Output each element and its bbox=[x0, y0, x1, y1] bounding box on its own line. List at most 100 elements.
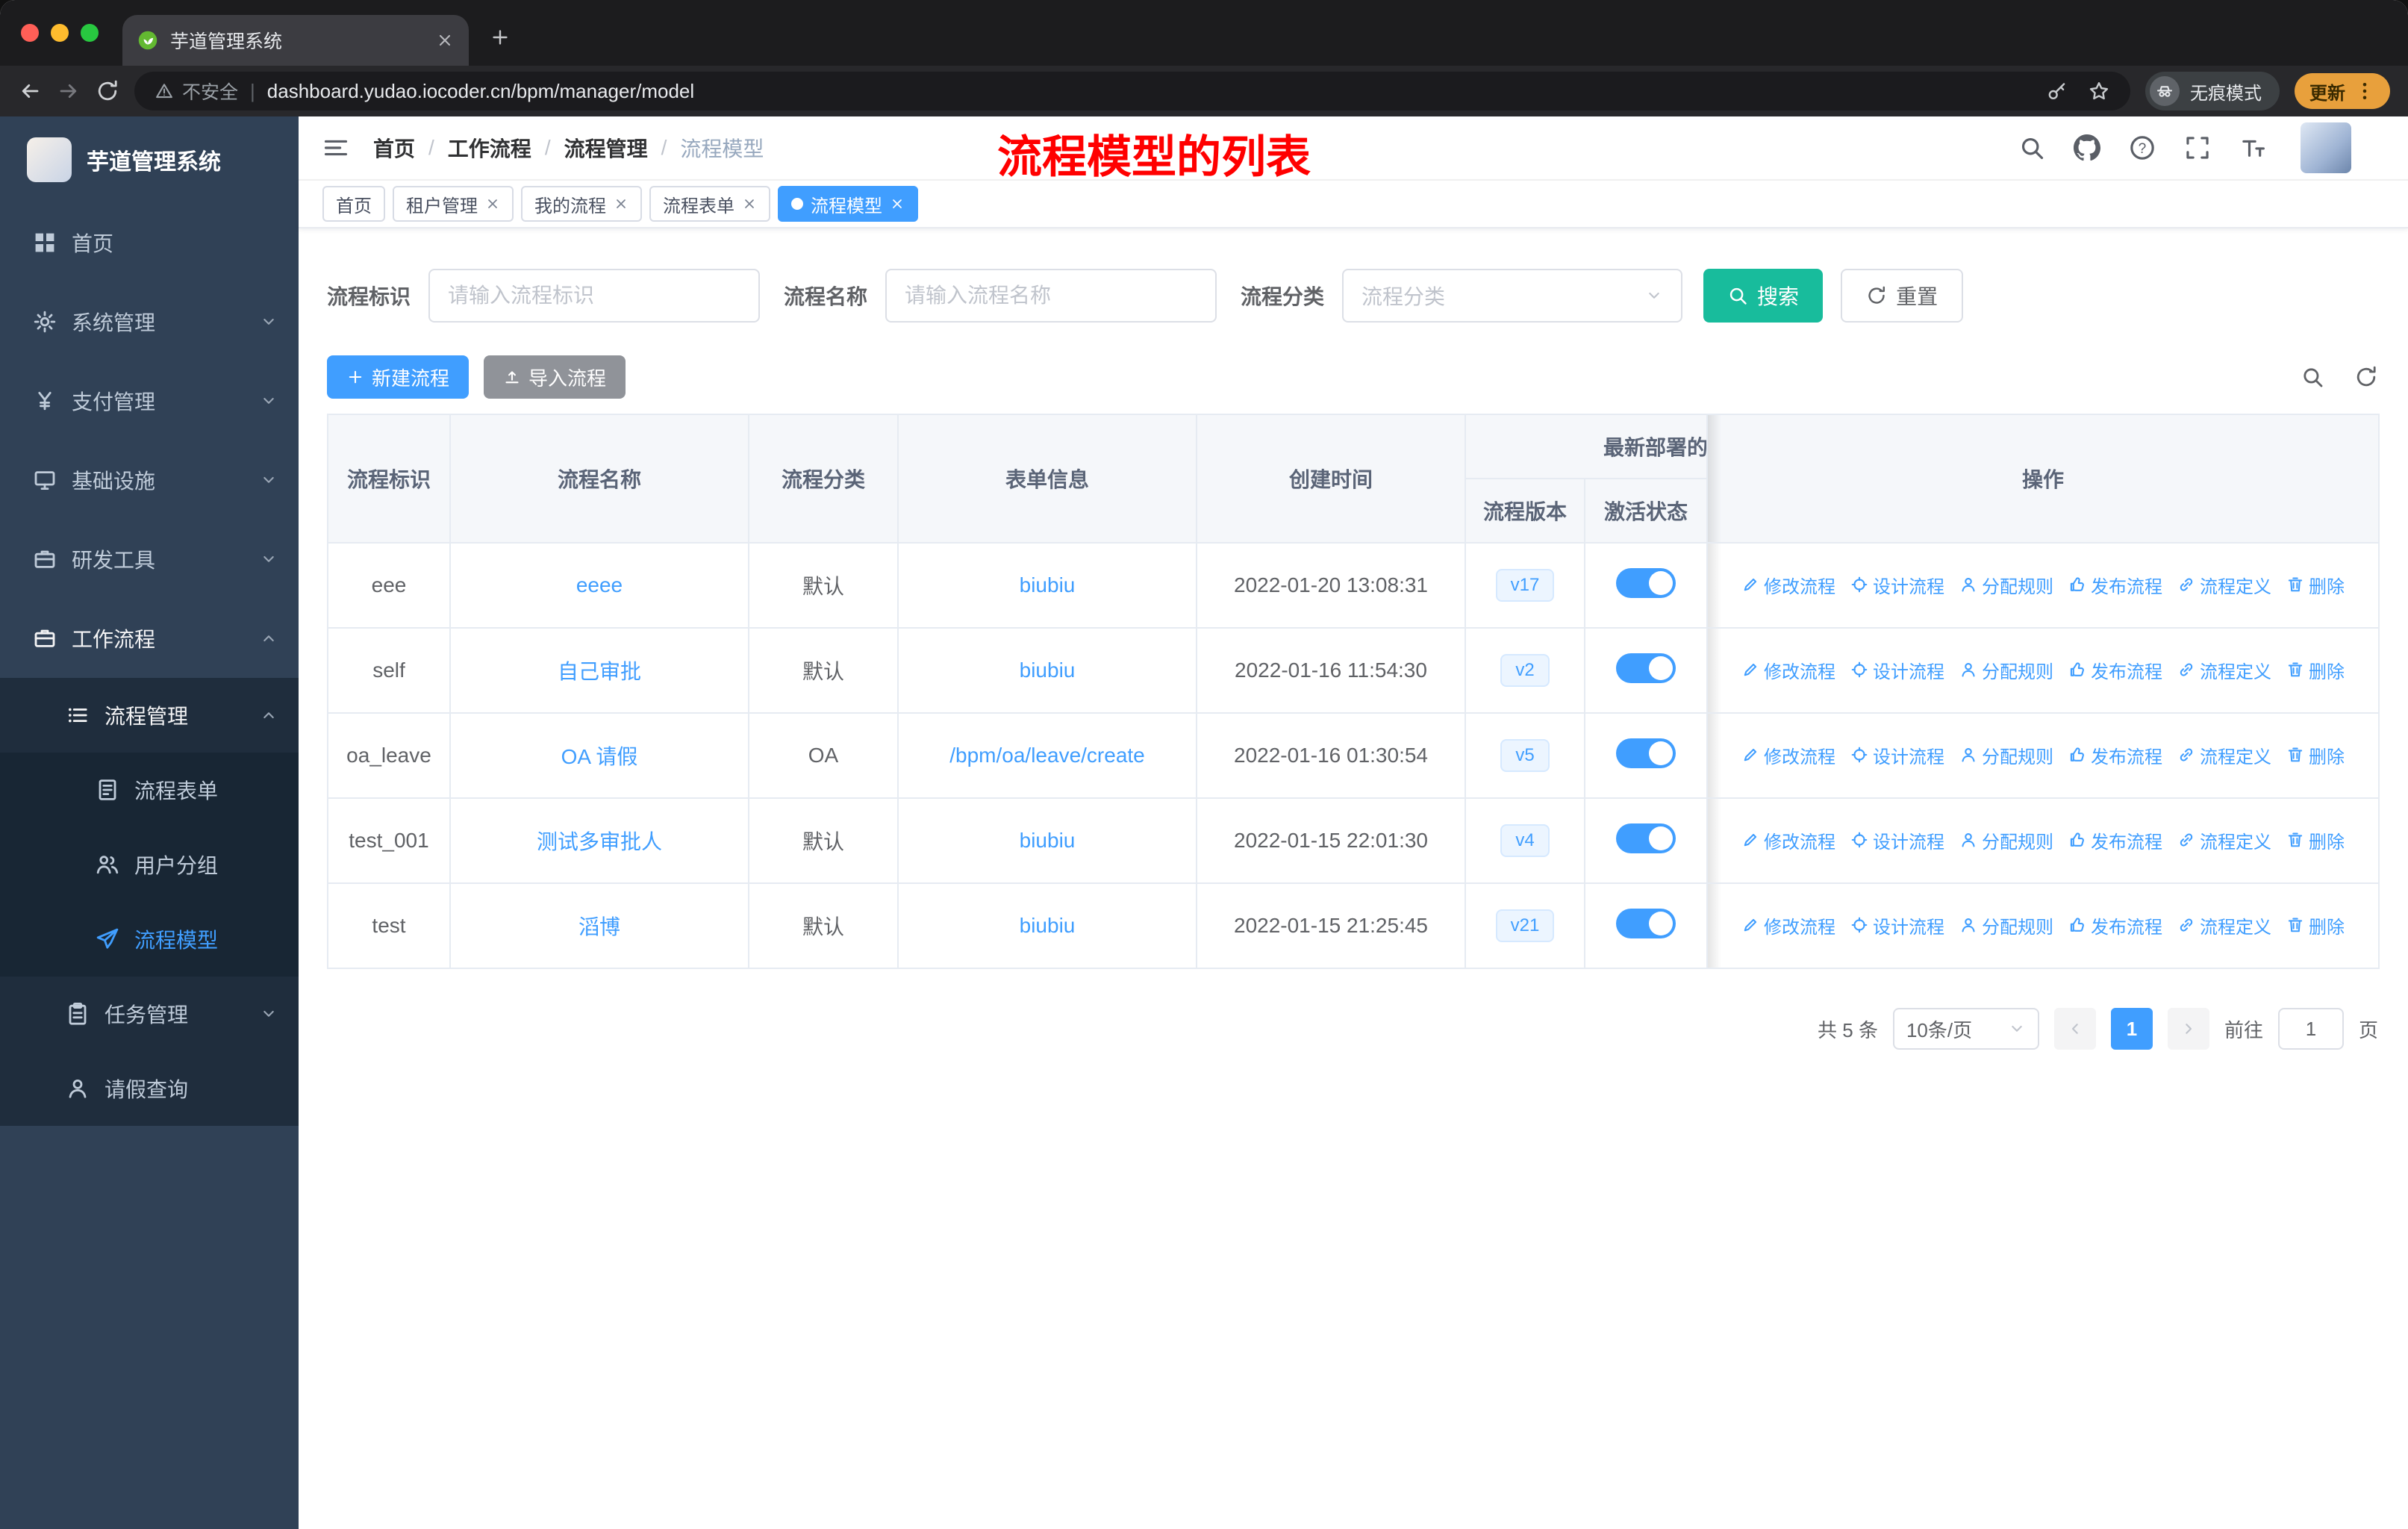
sidebar-item-task-management[interactable]: 任务管理 bbox=[0, 977, 299, 1051]
sidebar-item-system[interactable]: 系统管理 bbox=[0, 282, 299, 361]
process-definition-link[interactable]: 流程定义 bbox=[2177, 657, 2271, 683]
key-icon[interactable] bbox=[2047, 81, 2068, 102]
publish-process-link[interactable]: 发布流程 bbox=[2068, 827, 2162, 853]
sidebar-item-user-group[interactable]: 用户分组 bbox=[0, 827, 299, 902]
category-select[interactable]: 流程分类 bbox=[1342, 269, 1683, 323]
form-info-link[interactable]: biubiu bbox=[1020, 829, 1076, 852]
goto-page-input[interactable] bbox=[2277, 1008, 2344, 1050]
assign-rule-link[interactable]: 分配规则 bbox=[1959, 912, 2053, 938]
delete-link[interactable]: 删除 bbox=[2286, 572, 2345, 598]
tag-my-process[interactable]: 我的流程 bbox=[521, 186, 642, 222]
modify-process-link[interactable]: 修改流程 bbox=[1741, 572, 1835, 598]
form-info-link[interactable]: biubiu bbox=[1020, 658, 1076, 682]
active-toggle[interactable] bbox=[1616, 823, 1676, 853]
tag-home[interactable]: 首页 bbox=[322, 186, 385, 222]
next-page-button[interactable] bbox=[2167, 1008, 2209, 1050]
reset-button[interactable]: 重置 bbox=[1841, 269, 1964, 323]
design-process-link[interactable]: 设计流程 bbox=[1850, 827, 1944, 853]
breadcrumb-item[interactable]: 首页 bbox=[373, 133, 415, 163]
incognito-badge[interactable]: 无痕模式 bbox=[2145, 72, 2280, 110]
github-icon[interactable] bbox=[2074, 134, 2100, 161]
sidebar-item-infrastructure[interactable]: 基础设施 bbox=[0, 440, 299, 520]
process-name-link[interactable]: OA 请假 bbox=[561, 745, 638, 768]
minimize-window-button[interactable] bbox=[51, 24, 69, 42]
delete-link[interactable]: 删除 bbox=[2286, 912, 2345, 938]
process-name-link[interactable]: 滔博 bbox=[578, 915, 620, 938]
process-definition-link[interactable]: 流程定义 bbox=[2177, 912, 2271, 938]
sidebar-item-process-management[interactable]: 流程管理 bbox=[0, 678, 299, 753]
forward-button[interactable] bbox=[57, 79, 81, 103]
import-process-button[interactable]: 导入流程 bbox=[484, 355, 626, 399]
active-toggle[interactable] bbox=[1616, 908, 1676, 938]
design-process-link[interactable]: 设计流程 bbox=[1850, 742, 1944, 768]
close-icon[interactable] bbox=[890, 196, 905, 211]
tag-tenant[interactable]: 租户管理 bbox=[393, 186, 514, 222]
process-definition-link[interactable]: 流程定义 bbox=[2177, 742, 2271, 768]
new-tab-button[interactable] bbox=[478, 15, 523, 60]
sidebar-item-workflow[interactable]: 工作流程 bbox=[0, 599, 299, 678]
sidebar-toggle-button[interactable] bbox=[322, 134, 349, 161]
search-icon[interactable] bbox=[2018, 134, 2045, 161]
zoom-window-button[interactable] bbox=[81, 24, 99, 42]
tag-process-form[interactable]: 流程表单 bbox=[649, 186, 770, 222]
show-search-button[interactable] bbox=[2301, 365, 2324, 389]
process-name-link[interactable]: 自己审批 bbox=[558, 660, 641, 683]
sidebar-item-payment[interactable]: 支付管理 bbox=[0, 361, 299, 440]
active-toggle[interactable] bbox=[1616, 738, 1676, 768]
assign-rule-link[interactable]: 分配规则 bbox=[1959, 827, 2053, 853]
publish-process-link[interactable]: 发布流程 bbox=[2068, 742, 2162, 768]
close-icon[interactable] bbox=[742, 196, 757, 211]
assign-rule-link[interactable]: 分配规则 bbox=[1959, 742, 2053, 768]
publish-process-link[interactable]: 发布流程 bbox=[2068, 912, 2162, 938]
publish-process-link[interactable]: 发布流程 bbox=[2068, 657, 2162, 683]
question-icon[interactable] bbox=[2129, 134, 2156, 161]
process-name-link[interactable]: eeee bbox=[576, 573, 623, 597]
delete-link[interactable]: 删除 bbox=[2286, 827, 2345, 853]
modify-process-link[interactable]: 修改流程 bbox=[1741, 827, 1835, 853]
security-indicator[interactable]: 不安全 bbox=[155, 78, 238, 105]
active-toggle[interactable] bbox=[1616, 567, 1676, 598]
process-definition-link[interactable]: 流程定义 bbox=[2177, 827, 2271, 853]
design-process-link[interactable]: 设计流程 bbox=[1850, 572, 1944, 598]
create-process-button[interactable]: 新建流程 bbox=[327, 355, 470, 399]
sidebar-item-home[interactable]: 首页 bbox=[0, 203, 299, 282]
update-menu-button[interactable]: 更新 bbox=[2295, 73, 2390, 109]
close-icon[interactable] bbox=[614, 196, 628, 211]
tag-process-model[interactable]: 流程模型 bbox=[778, 186, 918, 222]
sidebar-item-process-model[interactable]: 流程模型 bbox=[0, 902, 299, 977]
browser-tab[interactable]: 芋道管理系统 bbox=[122, 15, 469, 66]
breadcrumb-item[interactable]: 流程管理 bbox=[564, 133, 648, 163]
page-size-select[interactable]: 10条/页 bbox=[1892, 1008, 2039, 1050]
reload-button[interactable] bbox=[96, 79, 119, 103]
tab-close-icon[interactable] bbox=[436, 31, 454, 49]
form-info-link[interactable]: biubiu bbox=[1020, 914, 1076, 937]
sidebar-item-leave-query[interactable]: 请假查询 bbox=[0, 1051, 299, 1126]
assign-rule-link[interactable]: 分配规则 bbox=[1959, 572, 2053, 598]
address-bar[interactable]: 不安全 | dashboard.yudao.iocoder.cn/bpm/man… bbox=[134, 72, 2130, 110]
modify-process-link[interactable]: 修改流程 bbox=[1741, 742, 1835, 768]
process-definition-link[interactable]: 流程定义 bbox=[2177, 572, 2271, 598]
back-button[interactable] bbox=[18, 79, 42, 103]
sidebar-item-process-form[interactable]: 流程表单 bbox=[0, 753, 299, 827]
modify-process-link[interactable]: 修改流程 bbox=[1741, 912, 1835, 938]
modify-process-link[interactable]: 修改流程 bbox=[1741, 657, 1835, 683]
process-key-input[interactable] bbox=[428, 269, 761, 323]
design-process-link[interactable]: 设计流程 bbox=[1850, 657, 1944, 683]
publish-process-link[interactable]: 发布流程 bbox=[2068, 572, 2162, 598]
process-name-link[interactable]: 测试多审批人 bbox=[537, 830, 662, 853]
font-size-icon[interactable] bbox=[2239, 134, 2266, 161]
delete-link[interactable]: 删除 bbox=[2286, 657, 2345, 683]
design-process-link[interactable]: 设计流程 bbox=[1850, 912, 1944, 938]
form-info-link[interactable]: biubiu bbox=[1020, 573, 1076, 597]
refresh-table-button[interactable] bbox=[2354, 365, 2378, 389]
sidebar-item-dev-tools[interactable]: 研发工具 bbox=[0, 520, 299, 599]
form-info-link[interactable]: /bpm/oa/leave/create bbox=[949, 744, 1145, 767]
delete-link[interactable]: 删除 bbox=[2286, 742, 2345, 768]
fullscreen-icon[interactable] bbox=[2184, 134, 2211, 161]
prev-page-button[interactable] bbox=[2053, 1008, 2096, 1050]
search-button[interactable]: 搜索 bbox=[1703, 269, 1824, 323]
star-icon[interactable] bbox=[2089, 81, 2109, 102]
breadcrumb-item[interactable]: 工作流程 bbox=[448, 133, 531, 163]
page-number-button[interactable]: 1 bbox=[2110, 1008, 2153, 1050]
active-toggle[interactable] bbox=[1616, 653, 1676, 683]
